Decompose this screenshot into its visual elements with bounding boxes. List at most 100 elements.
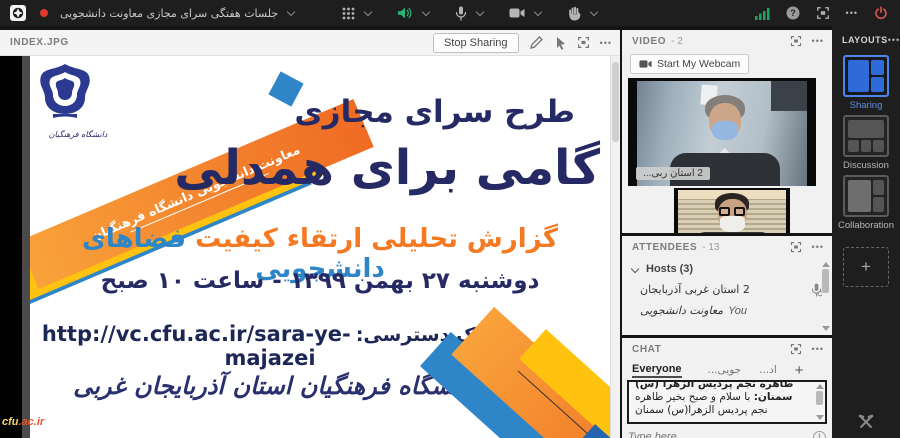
layout-cell (871, 60, 884, 75)
webcam-feed-2[interactable] (674, 188, 790, 233)
webcam-feed-1[interactable]: ...ربی‎ استان‎ 2 (628, 78, 816, 186)
participant2-glasses-left-shape (719, 207, 730, 216)
poster-title-small: طرح سرای مجازی (294, 94, 575, 130)
webcam-icon[interactable] (509, 7, 525, 19)
chat-pod-header: CHAT ••• (622, 338, 832, 360)
exit-meeting-icon[interactable] (874, 6, 888, 20)
participant2-suit-shape (695, 232, 771, 233)
layout-cell (848, 120, 884, 138)
layouts-sidebar: LAYOUTS ••• Sharing Discussion Collabora… (832, 26, 900, 438)
attendees-pod: ATTENDEES - 13 ••• Hosts (3) آذربایجان‎ … (622, 236, 832, 335)
poster-subtitle-orange: گزارش تحلیلی ارتقاء کیفیت (195, 224, 558, 254)
speaker-chevron-icon[interactable] (422, 8, 430, 16)
microphone-chevron-icon[interactable] (476, 8, 484, 16)
chat-input[interactable] (628, 431, 813, 438)
participant2-glasses-right-shape (734, 207, 745, 216)
webcam-feed-2-video (678, 190, 786, 233)
stop-sharing-button[interactable]: Stop Sharing (433, 33, 519, 53)
layout-collaboration-thumbnail[interactable] (843, 175, 889, 217)
webcam-button-icon (639, 59, 652, 69)
speaker-icon[interactable] (397, 6, 413, 20)
attendee-you-label: You (728, 305, 747, 317)
chat-tab-everyone[interactable]: Everyone (632, 363, 682, 378)
help-icon[interactable]: ? (786, 6, 800, 20)
participant1-mask-shape (712, 121, 738, 140)
chat-message-area[interactable]: طاهره نجم پردیس الزهرا (س) سمنان: با سلا… (627, 380, 827, 424)
share-scrollbar[interactable] (610, 56, 620, 438)
layout-discussion-thumbnail[interactable] (843, 115, 889, 157)
top-menu-bar: جلسات هفتگی سرای مجازی معاونت دانشجویی (0, 0, 900, 26)
video-pod-header: VIDEO - 2 ••• (622, 30, 832, 52)
chat-info-icon[interactable]: ! (813, 431, 826, 438)
video-pod: VIDEO - 2 ••• Start My Webcam (622, 30, 832, 233)
attendees-fullscreen-icon[interactable] (790, 241, 802, 253)
hosts-group-label: Hosts (3) (646, 263, 693, 275)
attendee-row-self[interactable]: معاونت دانشجویی You (622, 300, 832, 321)
layout-sharing-thumbnail[interactable] (843, 55, 889, 97)
shared-document-view[interactable]: cfu.ac.ir معاونت دانشجویی دانشگاه فرهنگی… (0, 56, 620, 438)
layouts-title: LAYOUTS (842, 35, 888, 45)
letterbox-edge (22, 56, 30, 438)
draw-icon[interactable] (529, 35, 544, 50)
hosts-collapse-chevron-icon[interactable] (631, 264, 639, 272)
layout-sharing-label[interactable]: Sharing (832, 100, 900, 111)
connection-status-icon[interactable] (755, 7, 770, 20)
add-layout-button[interactable]: + (843, 247, 889, 287)
adobe-connect-logo-icon[interactable] (10, 5, 26, 21)
raise-hand-icon[interactable] (567, 6, 581, 21)
hosts-group-row[interactable]: Hosts (3) (622, 258, 832, 279)
pod-options-tools-icon[interactable] (858, 414, 874, 430)
chat-scrollbar-thumb[interactable] (816, 391, 823, 405)
attendees-scrollbar[interactable] (821, 262, 830, 331)
meeting-title[interactable]: جلسات هفتگی سرای مجازی معاونت دانشجویی (60, 7, 278, 20)
participant2-mask-shape (720, 216, 745, 232)
attendee-self-name: معاونت دانشجویی (640, 304, 723, 317)
share-fullscreen-icon[interactable] (577, 36, 590, 49)
scroll-down-icon[interactable] (822, 326, 830, 331)
layout-discussion-label[interactable]: Discussion (832, 160, 900, 171)
layout-cell (848, 60, 869, 92)
layouts-menu-icon[interactable]: ••• (888, 35, 900, 45)
chat-tabs: Everyone ...جویی ...اد + (622, 360, 832, 380)
chat-tab-private-2[interactable]: ...اد (759, 364, 777, 376)
layout-collaboration-label[interactable]: Collaboration (832, 220, 900, 231)
microphone-icon[interactable] (455, 6, 467, 21)
video-pod-menu-icon[interactable]: ••• (812, 36, 824, 46)
shared-file-name: INDEX.JPG (10, 37, 69, 48)
pointer-icon[interactable] (554, 36, 567, 50)
recording-indicator (40, 9, 48, 17)
fullscreen-icon[interactable] (816, 6, 830, 20)
pods-grid-icon[interactable] (342, 7, 355, 20)
chat-tab-private-1[interactable]: ...جویی (708, 364, 742, 376)
chat-input-row: ! (628, 428, 826, 438)
poster-date-line: دوشنبه ۲۷ بهمن ۱۳۹۹ - ساعت ۱۰ صبح (30, 268, 610, 294)
video-fullscreen-icon[interactable] (790, 35, 802, 47)
chat-pod-title: CHAT (632, 344, 661, 355)
event-poster: معاونت دانشجویی دانشگاه فرهنگیان دانشگاه… (30, 56, 610, 438)
pods-chevron-icon[interactable] (364, 8, 372, 16)
attendee-row[interactable]: آذربایجان‎ غربی‎ استان‎ 2 (622, 279, 832, 300)
start-webcam-button[interactable]: Start My Webcam (630, 54, 749, 74)
webcam-chevron-icon[interactable] (534, 8, 542, 16)
more-options-icon[interactable]: ••• (846, 8, 858, 18)
chat-new-tab-button[interactable]: + (795, 362, 804, 379)
chat-scrollbar[interactable] (815, 384, 824, 420)
adobe-connect-window: جلسات هفتگی سرای مجازی معاونت دانشجویی (0, 0, 900, 438)
layout-cell (873, 140, 884, 153)
layout-cell (848, 140, 859, 153)
link-url: http://vc.cfu.ac.ir/sara-ye-majazei (42, 322, 351, 370)
attendees-scrollbar-thumb[interactable] (822, 269, 829, 293)
attendees-pod-menu-icon[interactable]: ••• (812, 242, 824, 252)
chat-scroll-up-icon[interactable] (816, 384, 824, 389)
chat-fullscreen-icon[interactable] (790, 343, 802, 355)
raise-hand-chevron-icon[interactable] (590, 8, 598, 16)
scroll-up-icon[interactable] (822, 262, 830, 267)
layout-cell (848, 180, 871, 212)
chat-scroll-down-icon[interactable] (816, 415, 824, 420)
chat-pod-menu-icon[interactable]: ••• (812, 344, 824, 354)
share-scrollbar-thumb[interactable] (612, 62, 619, 142)
layout-cell (873, 180, 884, 195)
meeting-menu-chevron-icon[interactable] (287, 8, 295, 16)
share-pod-menu-icon[interactable]: ••• (600, 38, 612, 48)
poster-title-large: گامی برای همدلی (174, 140, 600, 196)
